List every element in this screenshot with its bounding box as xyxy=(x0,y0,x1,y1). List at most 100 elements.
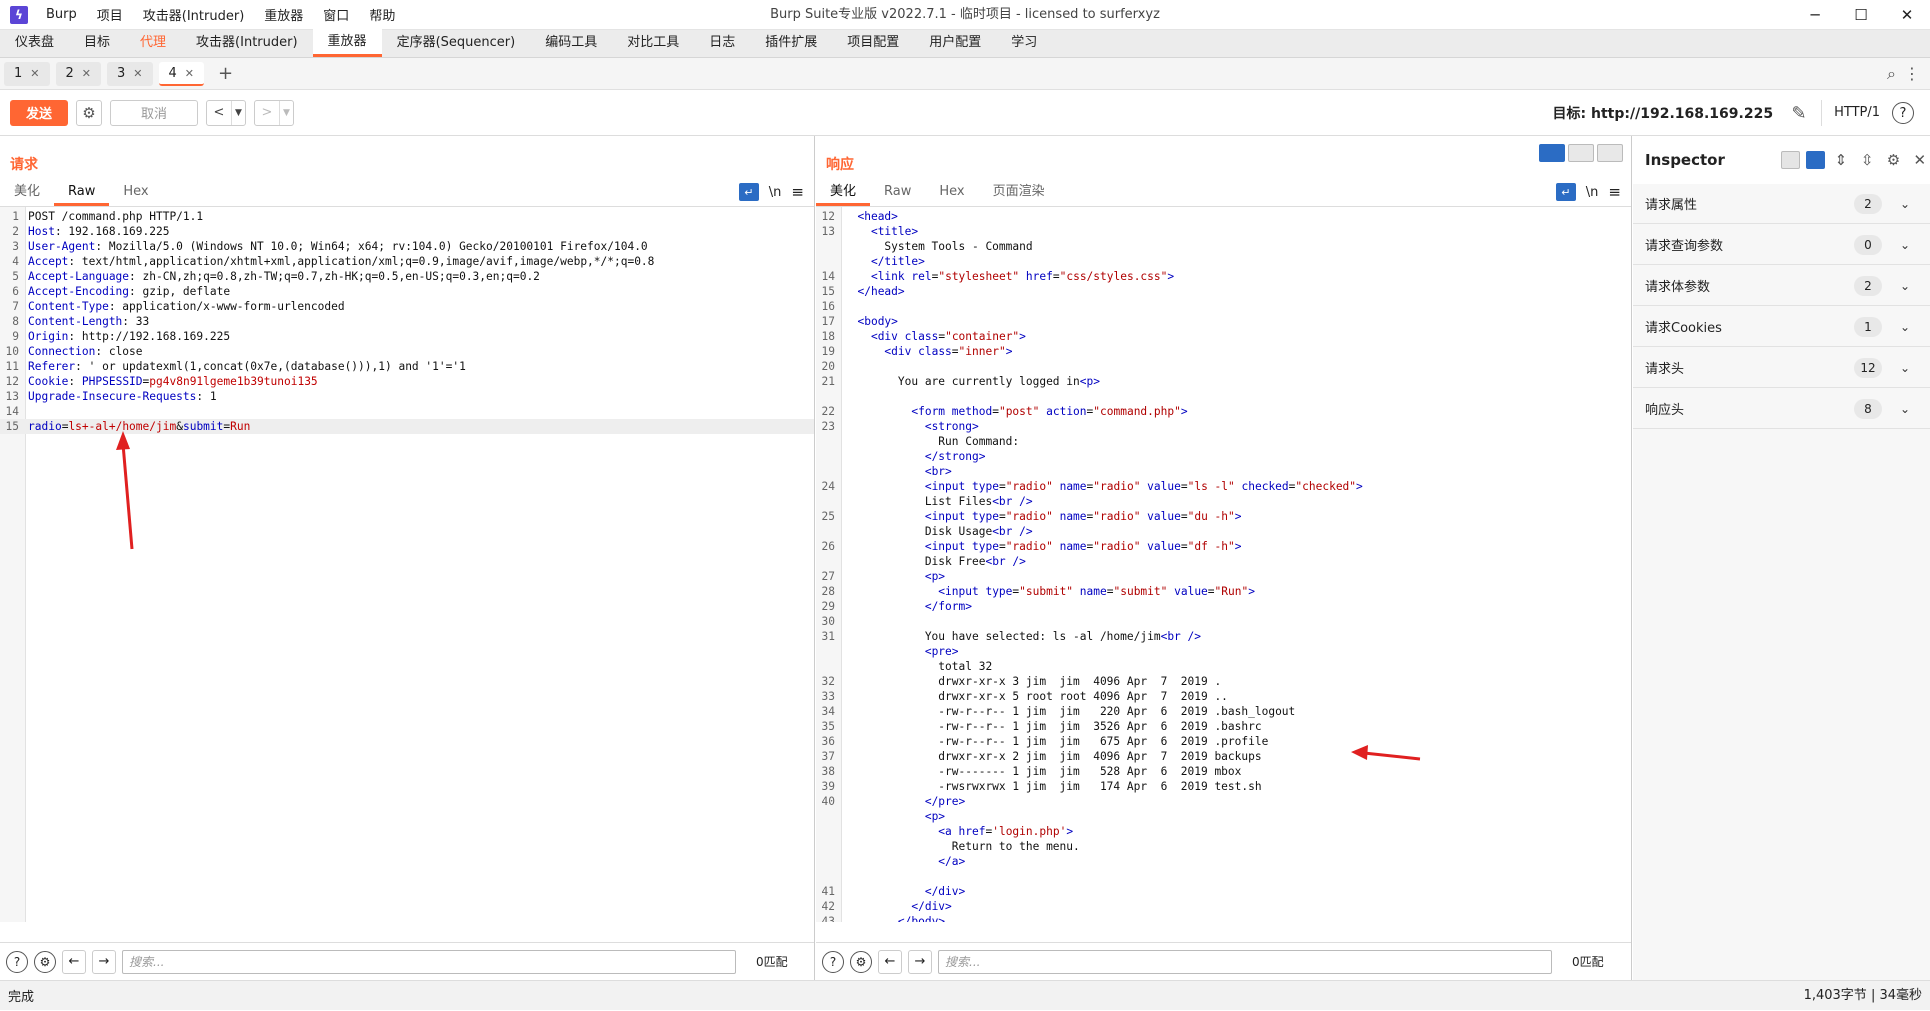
layout-split-icon[interactable] xyxy=(1539,144,1565,162)
tab-logger[interactable]: 日志 xyxy=(694,29,750,57)
menu-intruder[interactable]: 攻击器(Intruder) xyxy=(133,5,255,24)
chevron-down-icon[interactable]: ⌄ xyxy=(1900,197,1920,211)
repeater-tab[interactable]: 2 ✕ xyxy=(55,61,101,86)
line-number xyxy=(816,839,838,854)
search-input[interactable]: 搜索... xyxy=(938,949,1552,974)
inspector-layout-right-icon[interactable] xyxy=(1805,151,1825,169)
close-tab-icon[interactable]: ✕ xyxy=(30,62,39,86)
help-icon[interactable]: ? xyxy=(6,950,28,973)
close-icon[interactable]: ✕ xyxy=(1884,0,1930,30)
code-text: POST /command.php HTTP/1.1 xyxy=(28,210,204,223)
tab-pretty[interactable]: 美化 xyxy=(816,180,871,206)
repeater-tab[interactable]: 1 ✕ xyxy=(4,61,50,86)
request-editor[interactable]: 1 POST /command.php HTTP/1.1 2 Host: 192.16… xyxy=(0,206,814,922)
tab-comparer[interactable]: 对比工具 xyxy=(612,29,694,57)
newline-toggle-icon[interactable]: \n xyxy=(1586,185,1599,200)
menu-icon[interactable]: ≡ xyxy=(791,183,804,201)
menu-icon[interactable]: ≡ xyxy=(1608,183,1621,201)
repeater-tab-active[interactable]: 4 ✕ xyxy=(158,61,204,86)
settings-gear-icon[interactable]: ⚙ xyxy=(850,950,872,973)
help-icon[interactable]: ? xyxy=(822,950,844,973)
next-match-icon[interactable]: → xyxy=(92,949,116,974)
tab-user-options[interactable]: 用户配置 xyxy=(914,29,996,57)
tab-proxy[interactable]: 代理 xyxy=(125,29,181,57)
menu-project[interactable]: 项目 xyxy=(87,5,133,24)
minimize-icon[interactable]: ─ xyxy=(1792,0,1838,30)
help-icon[interactable]: ? xyxy=(1892,102,1914,124)
forward-arrow-icon[interactable]: > xyxy=(255,101,279,125)
chevron-down-icon[interactable]: ⌄ xyxy=(1900,279,1920,293)
response-editor[interactable]: 12 <head> 13 <title> System Tools - Comma… xyxy=(816,206,1631,922)
chevron-down-icon[interactable]: ⌄ xyxy=(1900,402,1920,416)
chevron-down-icon[interactable]: ⌄ xyxy=(1900,238,1920,252)
expand-all-icon[interactable]: ⇕ xyxy=(1831,151,1851,169)
response-panel: 响应 美化 Raw Hex 页面渲染 ↵ \n ≡ 12 <head> 13 <t… xyxy=(816,136,1632,980)
layout-stacked-icon[interactable] xyxy=(1568,144,1594,162)
maximize-icon[interactable]: ☐ xyxy=(1838,0,1884,30)
tab-intruder[interactable]: 攻击器(Intruder) xyxy=(181,29,313,57)
inspector-row-response-headers[interactable]: 响应头 8 ⌄ xyxy=(1633,389,1930,429)
code-line: 16 xyxy=(816,299,1631,314)
back-dropdown-icon[interactable]: ▼ xyxy=(231,100,245,125)
tab-hex[interactable]: Hex xyxy=(109,180,162,206)
forward-nav[interactable]: > ▼ xyxy=(254,99,294,126)
add-tab-icon[interactable]: + xyxy=(218,63,233,84)
tab-project-options[interactable]: 项目配置 xyxy=(832,29,914,57)
tab-target[interactable]: 目标 xyxy=(69,29,125,57)
menu-burp[interactable]: Burp xyxy=(36,7,87,22)
next-match-icon[interactable]: → xyxy=(908,949,932,974)
newline-toggle-icon[interactable]: \n xyxy=(769,185,782,200)
back-nav[interactable]: < ▼ xyxy=(206,99,246,126)
search-icon[interactable]: ⌕ xyxy=(1887,64,1896,84)
chevron-down-icon[interactable]: ⌄ xyxy=(1900,320,1920,334)
tab-hex[interactable]: Hex xyxy=(925,180,978,206)
close-tab-icon[interactable]: ✕ xyxy=(82,62,91,86)
code-text: <head> xyxy=(857,210,898,223)
collapse-all-icon[interactable]: ⇳ xyxy=(1857,151,1877,169)
cancel-button[interactable]: 取消 xyxy=(110,99,198,126)
tab-sequencer[interactable]: 定序器(Sequencer) xyxy=(382,29,531,57)
layout-tabbed-icon[interactable] xyxy=(1597,144,1623,162)
menu-repeater[interactable]: 重放器 xyxy=(254,5,313,24)
menu-window[interactable]: 窗口 xyxy=(313,5,359,24)
settings-gear-icon[interactable]: ⚙ xyxy=(76,99,102,126)
line-number: 27 xyxy=(821,570,835,583)
response-title: 响应 xyxy=(826,157,854,173)
inspector-row-body-params[interactable]: 请求体参数 2 ⌄ xyxy=(1633,266,1930,306)
close-tab-icon[interactable]: ✕ xyxy=(185,62,194,84)
tab-raw[interactable]: Raw xyxy=(54,180,110,206)
search-input[interactable]: 搜索... xyxy=(122,949,736,974)
back-arrow-icon[interactable]: < xyxy=(207,101,231,125)
inspector-row-request-headers[interactable]: 请求头 12 ⌄ xyxy=(1633,348,1930,388)
line-number: 18 xyxy=(821,330,835,343)
inspector-row-query-params[interactable]: 请求查询参数 0 ⌄ xyxy=(1633,225,1930,265)
tab-dashboard[interactable]: 仪表盘 xyxy=(0,29,69,57)
code-text: </div> xyxy=(911,900,952,913)
edit-pencil-icon[interactable]: ✎ xyxy=(1785,103,1813,124)
tab-decoder[interactable]: 编码工具 xyxy=(530,29,612,57)
tab-raw[interactable]: Raw xyxy=(870,180,925,206)
more-vertical-icon[interactable]: ⋮ xyxy=(1904,64,1920,83)
settings-gear-icon[interactable]: ⚙ xyxy=(34,950,56,973)
tab-pretty[interactable]: 美化 xyxy=(0,180,54,206)
word-wrap-icon[interactable]: ↵ xyxy=(1555,183,1576,201)
previous-match-icon[interactable]: ← xyxy=(62,949,86,974)
close-tab-icon[interactable]: ✕ xyxy=(133,62,142,86)
settings-gear-icon[interactable]: ⚙ xyxy=(1883,151,1903,169)
chevron-down-icon[interactable]: ⌄ xyxy=(1900,361,1920,375)
tab-learn[interactable]: 学习 xyxy=(996,29,1052,57)
menu-help[interactable]: 帮助 xyxy=(359,5,405,24)
tab-render[interactable]: 页面渲染 xyxy=(979,180,1059,206)
previous-match-icon[interactable]: ← xyxy=(878,949,902,974)
repeater-tab[interactable]: 3 ✕ xyxy=(107,61,153,86)
forward-dropdown-icon[interactable]: ▼ xyxy=(279,100,293,125)
send-button[interactable]: 发送 xyxy=(10,99,68,126)
inspector-row-request-attributes[interactable]: 请求属性 2 ⌄ xyxy=(1633,184,1930,224)
inspector-row-cookies[interactable]: 请求Cookies 1 ⌄ xyxy=(1633,307,1930,347)
close-icon[interactable]: ✕ xyxy=(1910,151,1930,169)
word-wrap-icon[interactable]: ↵ xyxy=(738,183,759,201)
inspector-layout-left-icon[interactable] xyxy=(1780,151,1800,169)
http-version-toggle[interactable]: HTTP/1 xyxy=(1821,100,1892,126)
tab-extensions[interactable]: 插件扩展 xyxy=(750,29,832,57)
tab-repeater[interactable]: 重放器 xyxy=(312,29,382,57)
